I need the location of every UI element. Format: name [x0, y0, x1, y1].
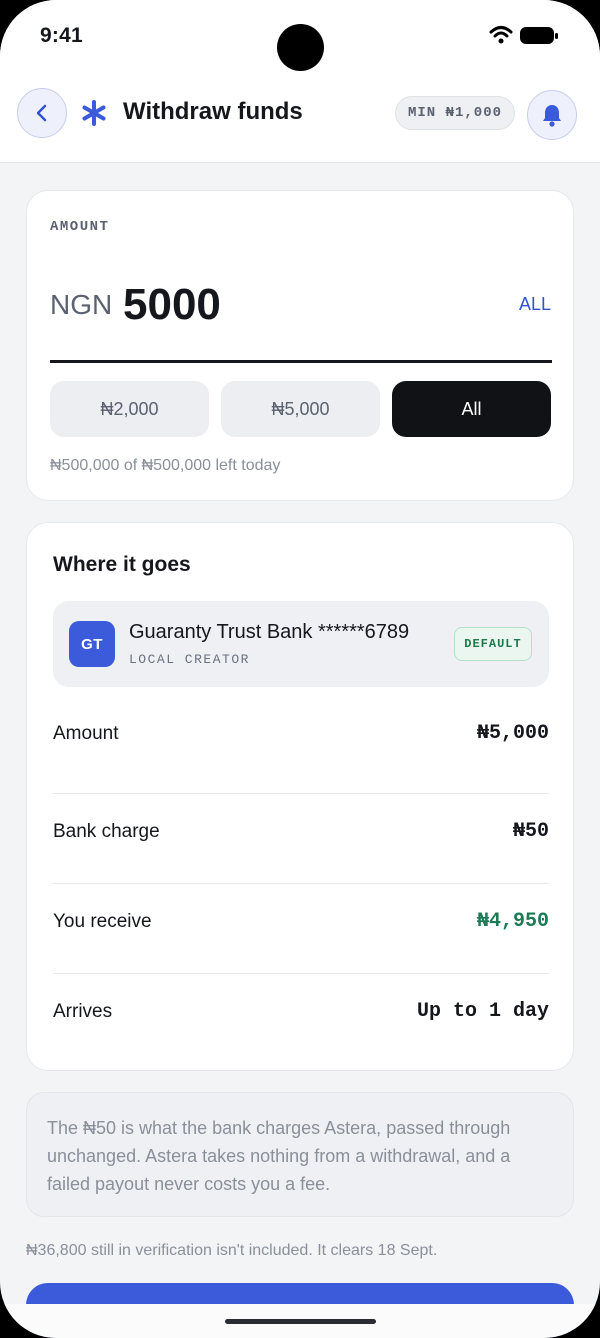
back-button[interactable]: [17, 88, 67, 138]
row-label: Bank charge: [53, 821, 160, 842]
divider: [53, 883, 549, 884]
row-value: ₦4,950: [476, 910, 549, 933]
wifi-icon: [489, 26, 513, 44]
amount-card: AMOUNT NGN 5000 ALL ₦2,000 ₦5,000 All ₦5…: [26, 190, 574, 501]
bell-icon: [543, 105, 561, 127]
withdraw-all-link[interactable]: ALL: [519, 294, 551, 315]
default-badge: DEFAULT: [454, 627, 532, 661]
quick-amount-chip-2000[interactable]: ₦2,000: [50, 381, 209, 437]
summary-row-you-receive: You receive ₦4,950: [53, 893, 549, 953]
verification-note: ₦36,800 still in verification isn't incl…: [26, 1242, 438, 1259]
dynamic-island: [277, 24, 324, 71]
daily-limit-text: ₦500,000 of ₦500,000 left today: [50, 457, 281, 474]
chevron-left-icon: [36, 104, 47, 122]
quick-amount-chip-all[interactable]: All: [392, 381, 551, 437]
bank-logo: GT: [69, 621, 115, 667]
quick-amount-chip-5000[interactable]: ₦5,000: [221, 381, 380, 437]
row-value: ₦5,000: [476, 722, 549, 745]
status-icons: [489, 26, 558, 44]
summary-row-arrives: Arrives Up to 1 day: [53, 983, 549, 1043]
notifications-button[interactable]: [527, 90, 577, 140]
destination-title: Where it goes: [53, 553, 191, 576]
row-value: ₦50: [512, 820, 549, 843]
bank-account-selector[interactable]: GT Guaranty Trust Bank ******6789 LOCAL …: [53, 601, 549, 687]
bank-account-type: LOCAL CREATOR: [129, 652, 250, 667]
battery-icon: [520, 27, 558, 44]
phone-screen: 9:41 Withdraw funds MIN ₦1,000 AMOUNT NG…: [0, 0, 600, 1338]
row-value: Up to 1 day: [416, 1000, 549, 1023]
row-label: Amount: [53, 723, 119, 744]
page-title: Withdraw funds: [123, 98, 303, 125]
bank-account-name: Guaranty Trust Bank ******6789: [129, 621, 410, 643]
divider: [53, 793, 549, 794]
home-indicator[interactable]: [225, 1319, 376, 1324]
amount-input[interactable]: 5000: [123, 280, 221, 330]
summary-row-bank-charge: Bank charge ₦50: [53, 803, 549, 863]
divider: [53, 973, 549, 974]
currency-code: NGN: [50, 289, 113, 320]
amount-underline: [50, 360, 552, 363]
status-time: 9:41: [40, 24, 83, 47]
row-label: Arrives: [53, 1001, 113, 1022]
top-bar: 9:41 Withdraw funds MIN ₦1,000: [0, 0, 600, 163]
summary-row-amount: Amount ₦5,000: [53, 705, 549, 765]
row-label: You receive: [53, 911, 152, 932]
fee-explanation-note: The ₦50 is what the bank charges Astera,…: [26, 1092, 574, 1217]
min-amount-pill: MIN ₦1,000: [395, 96, 515, 130]
destination-card: Where it goes GT Guaranty Trust Bank ***…: [26, 522, 574, 1071]
amount-label: AMOUNT: [50, 219, 110, 235]
asterisk-icon: [82, 100, 106, 126]
